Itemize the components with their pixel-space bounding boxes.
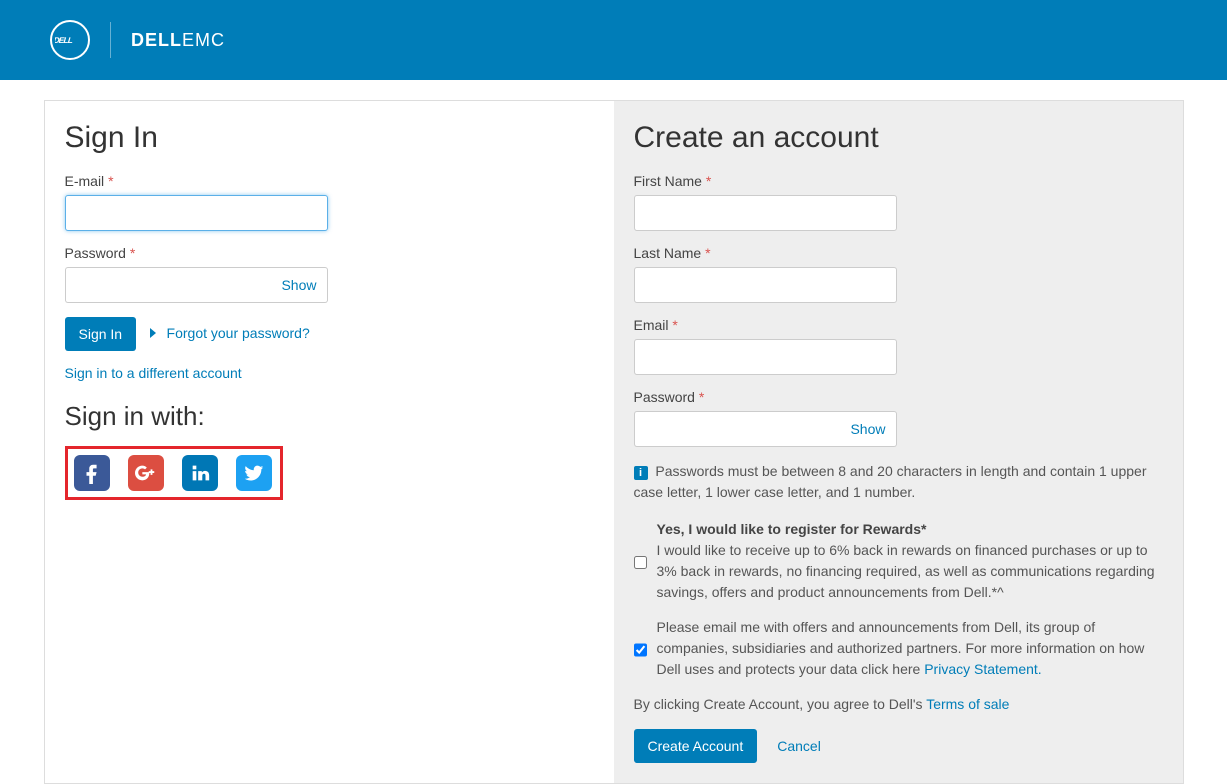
facebook-signin-button[interactable] [74, 455, 110, 491]
privacy-link[interactable]: Privacy Statement. [924, 661, 1042, 677]
show-password-button[interactable]: Show [271, 267, 327, 303]
linkedin-icon [189, 462, 211, 484]
password-input[interactable] [65, 267, 272, 303]
info-icon: i [634, 466, 648, 480]
offers-text: Please email me with offers and announce… [657, 617, 1163, 680]
terms-link[interactable]: Terms of sale [926, 696, 1009, 712]
header-divider [110, 22, 111, 58]
last-name-label: Last Name * [634, 245, 1163, 261]
rewards-checkbox[interactable] [634, 522, 647, 603]
create-title: Create an account [634, 121, 1163, 155]
signin-title: Sign In [65, 121, 594, 155]
caret-right-icon [150, 328, 156, 338]
dellemc-logo: DELLEMC [131, 30, 225, 51]
social-signin-row [65, 446, 283, 500]
main-container: Sign In E-mail * Password * Show Sign In… [44, 100, 1184, 784]
email-input[interactable] [65, 195, 328, 231]
signin-button[interactable]: Sign In [65, 317, 137, 351]
email-label: E-mail * [65, 173, 594, 189]
rewards-label: Yes, I would like to register for Reward… [657, 521, 927, 537]
twitter-icon [243, 462, 265, 484]
header: DELL DELLEMC [0, 0, 1227, 80]
cancel-link[interactable]: Cancel [777, 738, 821, 754]
create-show-password-button[interactable]: Show [840, 411, 896, 447]
create-account-panel: Create an account First Name * Last Name… [614, 101, 1183, 783]
first-name-input[interactable] [634, 195, 897, 231]
create-account-button[interactable]: Create Account [634, 729, 758, 763]
create-email-input[interactable] [634, 339, 897, 375]
last-name-input[interactable] [634, 267, 897, 303]
password-label: Password * [65, 245, 594, 261]
create-email-label: Email * [634, 317, 1163, 333]
signin-panel: Sign In E-mail * Password * Show Sign In… [45, 101, 614, 783]
password-hint: i Passwords must be between 8 and 20 cha… [634, 461, 1163, 503]
linkedin-signin-button[interactable] [182, 455, 218, 491]
first-name-label: First Name * [634, 173, 1163, 189]
rewards-desc: I would like to receive up to 6% back in… [657, 542, 1155, 600]
googleplus-icon [135, 462, 157, 484]
dell-logo-icon: DELL [50, 20, 90, 60]
facebook-icon [81, 462, 103, 484]
forgot-password-link[interactable]: Forgot your password? [150, 325, 310, 343]
offers-checkbox[interactable] [634, 620, 647, 680]
agree-text: By clicking Create Account, you agree to… [634, 694, 1163, 715]
create-password-input[interactable] [634, 411, 841, 447]
svg-text:DELL: DELL [55, 35, 74, 45]
googleplus-signin-button[interactable] [128, 455, 164, 491]
different-account-link[interactable]: Sign in to a different account [65, 365, 242, 381]
create-password-label: Password * [634, 389, 1163, 405]
social-heading: Sign in with: [65, 401, 594, 432]
twitter-signin-button[interactable] [236, 455, 272, 491]
